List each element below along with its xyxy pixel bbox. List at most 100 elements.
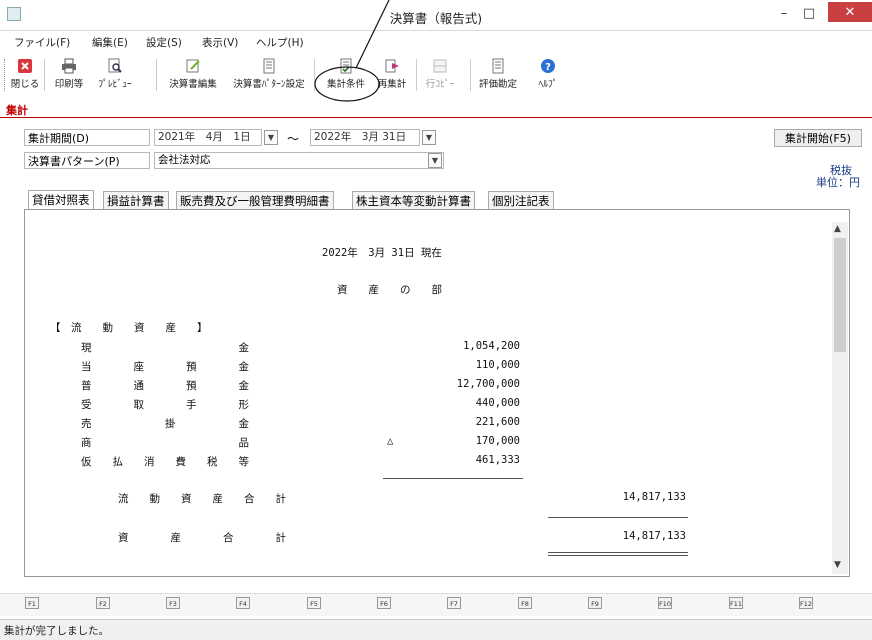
minimize-button[interactable]: – <box>772 2 796 24</box>
menu-view[interactable]: 表示(V) <box>202 35 238 50</box>
report-panel <box>24 209 850 577</box>
svg-text:?: ? <box>545 62 551 73</box>
close-window-button[interactable]: ✕ <box>828 2 872 22</box>
scroll-up-icon[interactable]: ▲ <box>834 224 841 234</box>
pattern-select[interactable]: 会社法対応 <box>154 152 444 169</box>
total-value: 14,817,133 <box>622 530 686 542</box>
subtotal-label: 流 動 資 産 合 計 <box>118 493 286 505</box>
help-label: ﾍﾙﾌﾟ <box>538 79 558 90</box>
preview-button-label: ﾌﾟﾚﾋﾞｭｰ <box>98 79 132 90</box>
group-title: 【 流 動 資 産 】 <box>50 322 208 334</box>
row-copy-button[interactable]: 行ｺﾋﾟｰ <box>420 55 460 95</box>
status-bar <box>0 619 872 640</box>
tab-aggregate[interactable]: 集計 <box>6 102 36 117</box>
row-value: 461,333 <box>475 454 520 466</box>
f5-key[interactable]: F5 <box>307 597 321 609</box>
valuation-account-label: 評価勘定 <box>478 79 517 90</box>
print-button[interactable]: 印刷等 <box>47 55 91 95</box>
edit-icon <box>186 59 200 73</box>
start-aggregation-button[interactable]: 集計開始(F5) <box>774 129 862 147</box>
preview-button[interactable]: ﾌﾟﾚﾋﾞｭｰ <box>90 55 140 95</box>
row-value: 221,600 <box>475 416 520 428</box>
section-title: 資 産 の 部 <box>337 284 442 296</box>
f6-key[interactable]: F6 <box>377 597 391 609</box>
period-to-field[interactable]: 2022年 3月 31日 <box>310 129 420 146</box>
period-label: 集計期間(D) <box>24 129 150 146</box>
f12-key[interactable]: F12 <box>799 597 813 609</box>
f1-key[interactable]: F1 <box>25 597 39 609</box>
pattern-settings-label: 決算書ﾊﾟﾀｰﾝ設定 <box>233 79 305 90</box>
report-date: 2022年 3月 31日 現在 <box>322 247 442 259</box>
tab-equity-changes[interactable]: 株主資本等変動計算書 <box>352 191 475 209</box>
toolbar-grip <box>4 59 7 91</box>
valuation-icon <box>492 58 504 74</box>
underline <box>548 517 688 518</box>
status-text: 集計が完了しました。 <box>4 625 109 637</box>
total-label: 資 産 合 計 <box>118 532 286 544</box>
f3-key[interactable]: F3 <box>166 597 180 609</box>
f10-key[interactable]: F10 <box>658 597 672 609</box>
chevron-down-icon: ▼ <box>425 133 433 142</box>
period-from-field[interactable]: 2021年 4月 1日 <box>154 129 262 146</box>
double-underline <box>548 555 688 556</box>
row-copy-label: 行ｺﾋﾟｰ <box>425 79 455 90</box>
statement-edit-label: 決算書編集 <box>169 79 217 90</box>
row-name: 当 座 預 金 <box>81 361 249 373</box>
period-tilde: ～ <box>287 132 300 146</box>
subtotal-value: 14,817,133 <box>622 491 686 503</box>
f2-key[interactable]: F2 <box>96 597 110 609</box>
menu-help[interactable]: ヘルプ(H) <box>256 35 304 50</box>
close-button-label: 閉じる <box>10 79 40 90</box>
row-copy-icon <box>433 59 447 73</box>
toolbar-separator <box>470 59 471 91</box>
valuation-account-button[interactable]: 評価勘定 <box>474 55 522 95</box>
toolbar-separator <box>44 59 45 91</box>
pattern-label: 決算書パターン(P) <box>24 152 150 169</box>
menu-bar: ファイル(F) 編集(E) 設定(S) 表示(V) ヘルプ(H) <box>0 35 872 53</box>
help-button[interactable]: ? ﾍﾙﾌﾟ <box>530 55 566 95</box>
tab-notes[interactable]: 個別注記表 <box>488 191 554 209</box>
f7-key[interactable]: F7 <box>447 597 461 609</box>
negative-mark: △ <box>387 435 394 447</box>
f8-key[interactable]: F8 <box>518 597 532 609</box>
printer-icon <box>62 58 76 74</box>
toolbar-separator <box>156 59 157 91</box>
row-name: 商 品 <box>81 437 249 449</box>
row-value: 110,000 <box>475 359 520 371</box>
underline <box>383 478 523 479</box>
row-name: 普 通 預 金 <box>81 380 249 392</box>
statement-edit-button[interactable]: 決算書編集 <box>160 55 226 95</box>
row-name: 売 掛 金 <box>81 418 249 430</box>
row-name: 仮 払 消 費 税 等 <box>81 456 249 468</box>
tab-income-statement[interactable]: 損益計算書 <box>103 191 169 209</box>
f4-key[interactable]: F4 <box>236 597 250 609</box>
chevron-down-icon: ▼ <box>431 156 439 165</box>
f11-key[interactable]: F11 <box>729 597 743 609</box>
period-to-dropdown[interactable]: ▼ <box>422 130 436 145</box>
row-value: 440,000 <box>475 397 520 409</box>
unit-label: 単位：円 <box>816 176 860 189</box>
maximize-button[interactable]: □ <box>797 2 821 24</box>
pattern-dropdown[interactable]: ▼ <box>428 153 442 168</box>
menu-file[interactable]: ファイル(F) <box>14 35 70 50</box>
chevron-down-icon: ▼ <box>267 133 275 142</box>
print-button-label: 印刷等 <box>54 79 84 90</box>
menu-edit[interactable]: 編集(E) <box>92 35 128 50</box>
preview-icon <box>108 58 122 73</box>
scroll-down-icon[interactable]: ▼ <box>834 560 841 570</box>
f9-key[interactable]: F9 <box>588 597 602 609</box>
row-value: 1,054,200 <box>463 340 520 352</box>
tab-balance-sheet[interactable]: 貸借対照表 <box>28 190 94 210</box>
scroll-thumb[interactable] <box>834 238 846 352</box>
tab-sga-details[interactable]: 販売費及び一般管理費明細書 <box>176 191 334 209</box>
row-name: 受 取 手 形 <box>81 399 249 411</box>
double-underline <box>548 552 688 553</box>
close-button[interactable]: 閉じる <box>8 55 42 95</box>
period-from-dropdown[interactable]: ▼ <box>264 130 278 145</box>
pattern-icon <box>263 58 275 74</box>
menu-settings[interactable]: 設定(S) <box>146 35 182 50</box>
highlight-annotation <box>314 0 390 102</box>
toolbar: 閉じる 印刷等 ﾌﾟﾚﾋﾞｭｰ 決算書編集 決算書ﾊﾟﾀｰﾝ設定 集計条件 再集… <box>0 55 872 95</box>
help-icon: ? <box>541 59 555 73</box>
row-name: 現 金 <box>81 342 249 354</box>
